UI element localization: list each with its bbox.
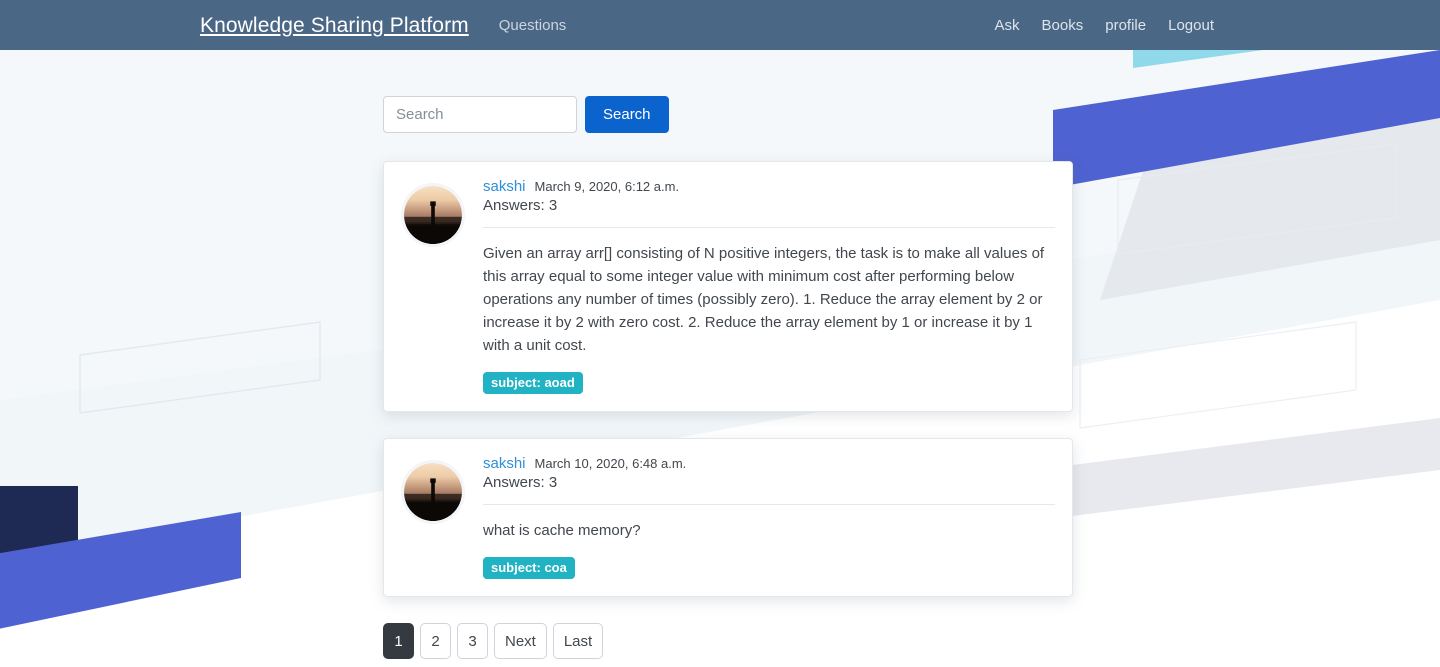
brand-title[interactable]: Knowledge Sharing Platform bbox=[200, 15, 469, 36]
question-meta: sakshi March 10, 2020, 6:48 a.m. bbox=[483, 455, 1055, 472]
avatar-column bbox=[401, 178, 481, 394]
pagination: 1 2 3 Next Last bbox=[383, 623, 1075, 659]
card-divider bbox=[483, 227, 1055, 228]
question-meta: sakshi March 9, 2020, 6:12 a.m. bbox=[483, 178, 1055, 195]
answers-count: Answers: 3 bbox=[483, 197, 558, 214]
page-3[interactable]: 3 bbox=[457, 623, 488, 659]
search-button[interactable]: Search bbox=[585, 96, 669, 133]
page-next[interactable]: Next bbox=[494, 623, 547, 659]
nav-link-ask[interactable]: Ask bbox=[995, 17, 1020, 34]
search-form: Search bbox=[383, 96, 1075, 133]
question-body-column: sakshi March 9, 2020, 6:12 a.m. Answers:… bbox=[481, 178, 1055, 394]
card-divider bbox=[483, 504, 1055, 505]
author-link[interactable]: sakshi bbox=[483, 455, 526, 472]
main-content: Search sakshi Ma bbox=[0, 50, 1440, 659]
author-link[interactable]: sakshi bbox=[483, 178, 526, 195]
question-text: what is cache memory? bbox=[483, 522, 641, 539]
question-text: Given an array arr[] consisting of N pos… bbox=[483, 245, 1045, 354]
page-last[interactable]: Last bbox=[552, 623, 604, 659]
content-container: Search sakshi Ma bbox=[383, 96, 1075, 659]
top-navbar: Knowledge Sharing Platform Questions Ask… bbox=[0, 0, 1440, 50]
page-1[interactable]: 1 bbox=[383, 623, 414, 659]
question-timestamp: March 10, 2020, 6:48 a.m. bbox=[534, 456, 687, 471]
nav-link-books[interactable]: Books bbox=[1042, 17, 1084, 34]
answers-count: Answers: 3 bbox=[483, 474, 558, 491]
nav-right-links: Ask Books profile Logout bbox=[995, 17, 1214, 34]
nav-link-questions[interactable]: Questions bbox=[499, 17, 567, 34]
nav-link-profile[interactable]: profile bbox=[1105, 17, 1146, 34]
question-body-column: sakshi March 10, 2020, 6:48 a.m. Answers… bbox=[481, 455, 1055, 579]
avatar bbox=[401, 183, 465, 247]
question-card[interactable]: sakshi March 10, 2020, 6:48 a.m. Answers… bbox=[383, 438, 1073, 597]
subject-badge[interactable]: subject: coa bbox=[483, 557, 575, 579]
page-2[interactable]: 2 bbox=[420, 623, 451, 659]
question-timestamp: March 9, 2020, 6:12 a.m. bbox=[534, 179, 680, 194]
subject-badge[interactable]: subject: aoad bbox=[483, 372, 583, 394]
question-card[interactable]: sakshi March 9, 2020, 6:12 a.m. Answers:… bbox=[383, 161, 1073, 412]
avatar bbox=[401, 460, 465, 524]
nav-link-logout[interactable]: Logout bbox=[1168, 17, 1214, 34]
avatar-column bbox=[401, 455, 481, 579]
search-input[interactable] bbox=[383, 96, 577, 133]
nav-left-links: Questions bbox=[499, 17, 567, 34]
